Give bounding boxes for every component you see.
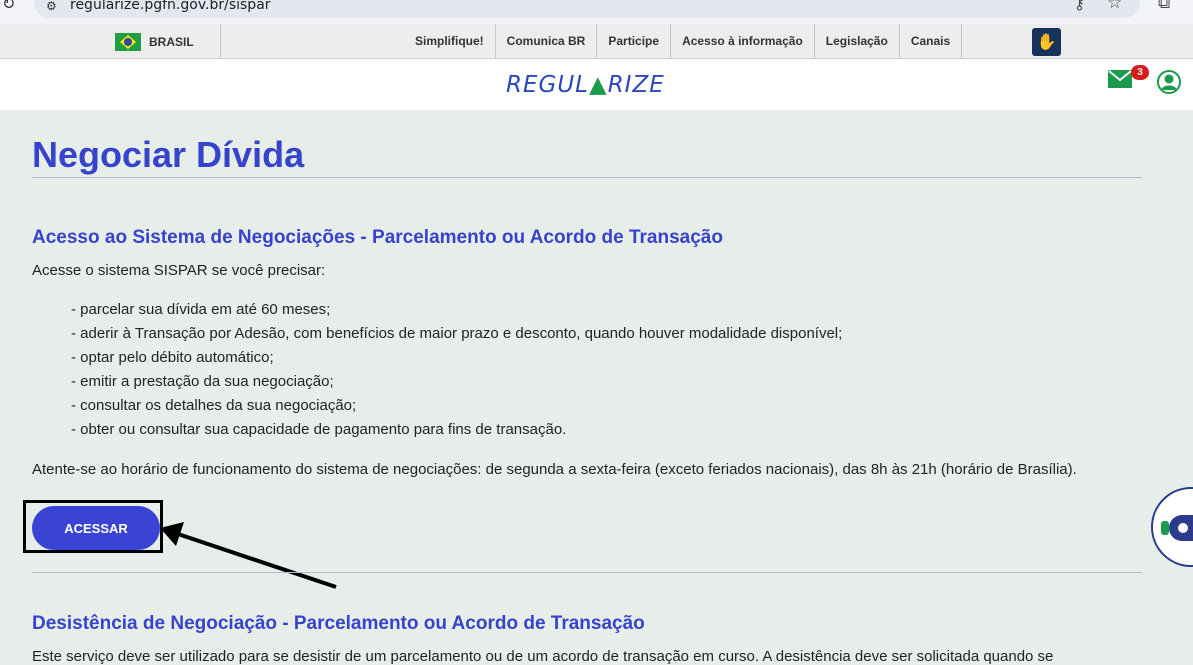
list-item: - consultar os detalhes da sua negociaçã… bbox=[71, 397, 357, 414]
list-item: - emitir a prestação da sua negociação; bbox=[71, 373, 334, 390]
section-title-acesso: Acesso ao Sistema de Negociações - Parce… bbox=[32, 227, 723, 248]
gov-nav: Simplifique! Comunica BR Participe Acess… bbox=[404, 24, 963, 58]
gov-link-participe[interactable]: Participe bbox=[596, 24, 670, 58]
reload-icon[interactable]: ↻ bbox=[2, 0, 15, 14]
mail-icon[interactable] bbox=[1108, 70, 1132, 88]
list-item: - parcelar sua dívida em até 60 meses; bbox=[71, 301, 331, 318]
divider bbox=[220, 24, 221, 58]
browser-toolbar: ↻ ⚙ regularize.pgfn.gov.br/sispar ⚷ ☆ ⧉ bbox=[0, 0, 1193, 24]
logo-text-right: RIZE bbox=[607, 72, 665, 98]
list-item: - aderir à Transação por Adesão, com ben… bbox=[71, 325, 843, 342]
notification-badge: 3 bbox=[1131, 65, 1149, 80]
acessar-button[interactable]: ACESSAR bbox=[32, 506, 160, 550]
password-key-icon[interactable]: ⚷ bbox=[1074, 0, 1085, 13]
sign-language-icon[interactable]: ✋ bbox=[1032, 28, 1061, 56]
user-icon[interactable] bbox=[1157, 70, 1181, 94]
url-text[interactable]: regularize.pgfn.gov.br/sispar bbox=[70, 0, 271, 13]
logo-triangle-icon: ▲ bbox=[588, 72, 608, 98]
list-item: - obter ou consultar sua capacidade de p… bbox=[71, 421, 567, 438]
site-info-icon[interactable]: ⚙ bbox=[46, 0, 57, 13]
list-item: - optar pelo débito automático; bbox=[71, 349, 274, 366]
page-title: Negociar Dívida bbox=[32, 134, 305, 175]
regularize-logo[interactable]: REGUL▲RIZE bbox=[506, 72, 665, 98]
address-bar[interactable]: ⚙ regularize.pgfn.gov.br/sispar bbox=[34, 0, 1140, 18]
extensions-icon[interactable]: ⧉ bbox=[1158, 0, 1170, 13]
title-divider bbox=[32, 177, 1142, 178]
gov-link-canais[interactable]: Canais bbox=[898, 24, 961, 58]
service-list: - parcelar sua dívida em até 60 meses; -… bbox=[71, 301, 842, 445]
section-intro: Acesse o sistema SISPAR se você precisar… bbox=[32, 262, 326, 279]
section-divider bbox=[32, 572, 1142, 573]
chatbot-icon bbox=[1161, 499, 1193, 555]
gov-link-simplifique[interactable]: Simplifique! bbox=[404, 24, 495, 58]
brazil-flag-icon bbox=[115, 33, 141, 51]
section2-text: Este serviço deve ser utilizado para se … bbox=[32, 648, 1054, 665]
gov-link-acesso-informacao[interactable]: Acesso à informação bbox=[670, 24, 814, 58]
logo-text-left: REGUL bbox=[506, 72, 589, 98]
section-title-desistencia: Desistência de Negociação - Parcelamento… bbox=[32, 613, 645, 634]
gov-link-comunica-br[interactable]: Comunica BR bbox=[494, 24, 597, 58]
brasil-link[interactable]: BRASIL bbox=[149, 35, 194, 49]
gov-link-legislacao[interactable]: Legislação bbox=[813, 24, 899, 58]
gov-bar: BRASIL Simplifique! Comunica BR Particip… bbox=[0, 24, 1193, 59]
site-header: REGUL▲RIZE 3 bbox=[0, 59, 1193, 110]
chat-assistant-button[interactable] bbox=[1151, 487, 1193, 567]
schedule-notice: Atente-se ao horário de funcionamento do… bbox=[32, 461, 1077, 478]
bookmark-star-icon[interactable]: ☆ bbox=[1107, 0, 1122, 13]
